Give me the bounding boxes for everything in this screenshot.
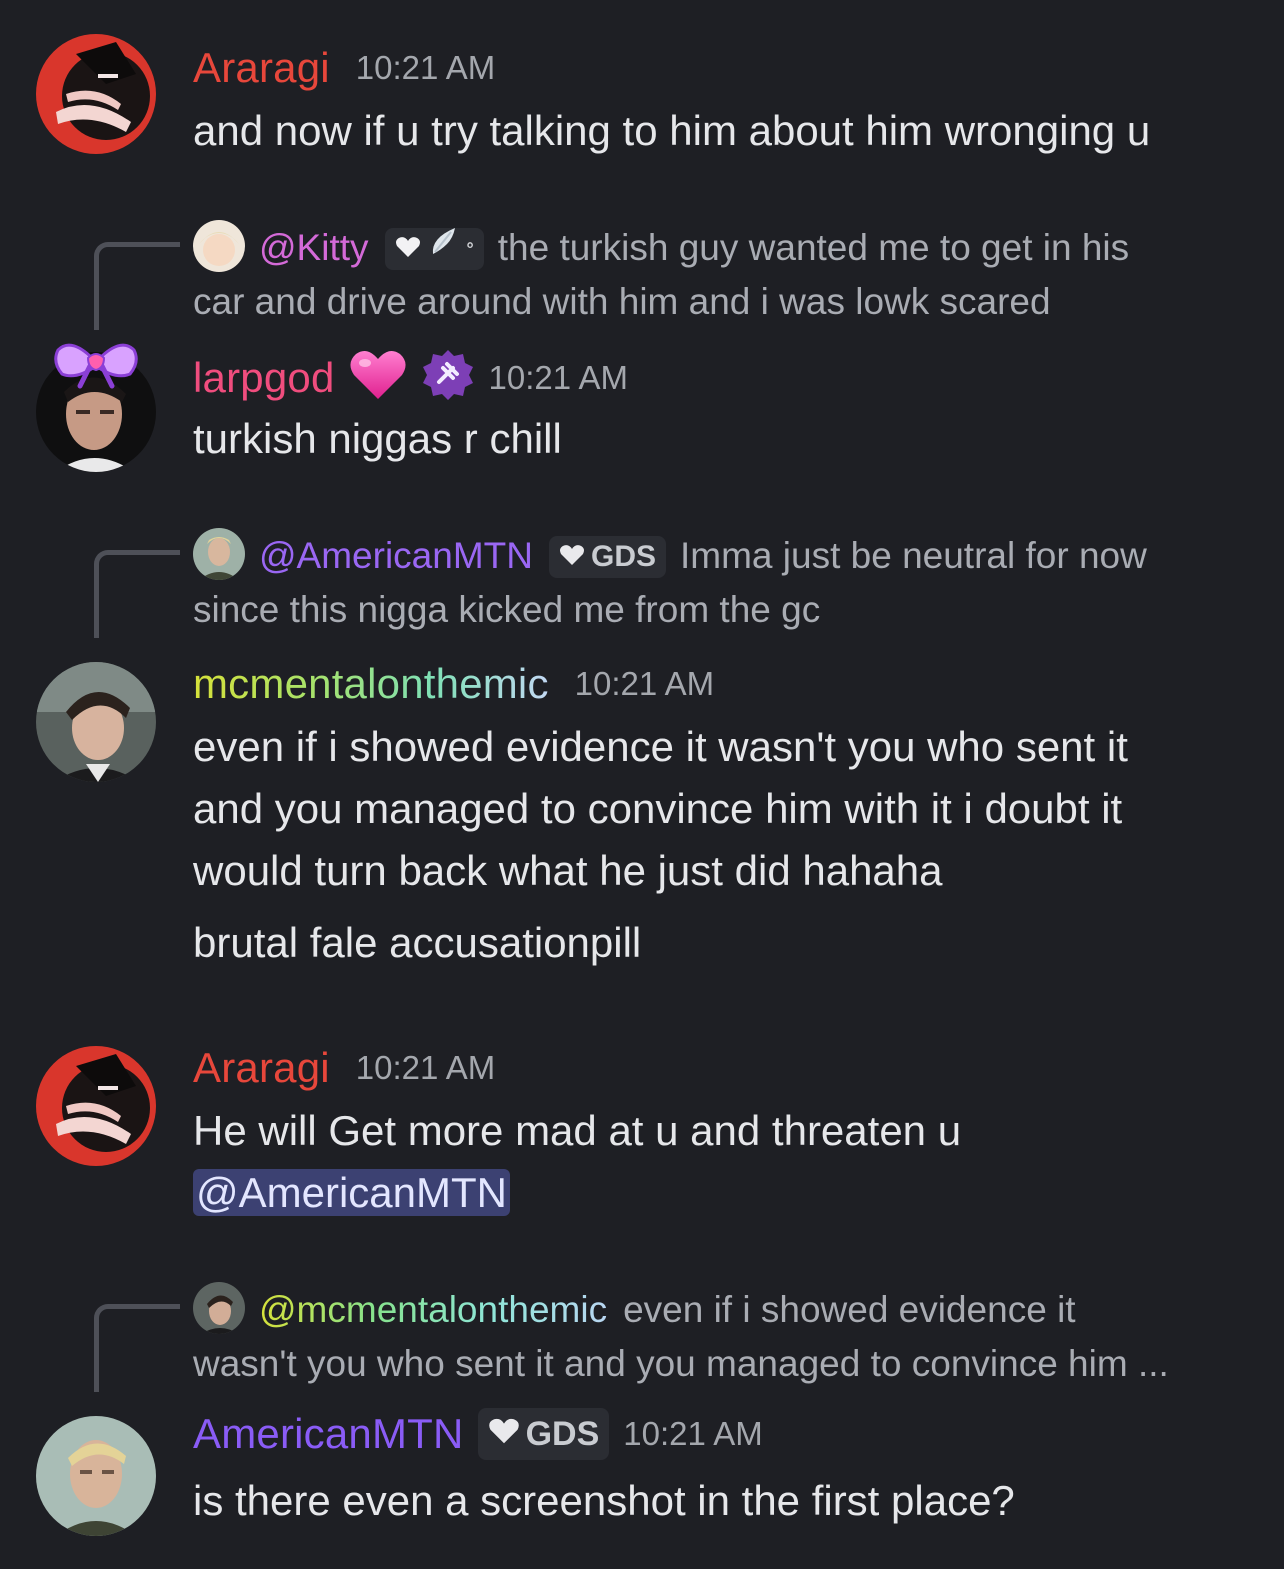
reply-connector (94, 550, 180, 638)
message-text: and now if u try talking to him about hi… (193, 107, 1151, 154)
message-text: even if i showed evidence it wasn't you … (193, 716, 1128, 974)
timestamp: 10:21 AM (623, 1415, 763, 1452)
server-badge-icon[interactable] (421, 348, 475, 407)
message-araragi-2: Araragi 10:21 AM He will Get more mad at… (0, 1030, 1284, 1230)
heart-icon (395, 222, 421, 276)
message-larpgod: larpgod 10:21 AM turkish niggas r chill (0, 330, 1284, 490)
username[interactable]: Araragi (193, 1044, 330, 1092)
message-text: is there even a screenshot in the first … (193, 1477, 1015, 1524)
message-line: He will Get more mad at u and threaten u (193, 1107, 962, 1154)
heart-icon (488, 1415, 520, 1454)
message-line: would turn back what he just did hahaha (193, 847, 943, 894)
heart-icon (559, 530, 585, 584)
tag-label: GDS (590, 540, 656, 573)
avatar[interactable] (36, 1046, 156, 1166)
avatar[interactable] (36, 34, 156, 154)
reply-text-line2: wasn't you who sent it and you managed t… (193, 1343, 1169, 1384)
message-line: and you managed to convince him with it … (193, 785, 1123, 832)
reply-text-line2: car and drive around with him and i was … (193, 281, 1051, 322)
message-line: brutal fale accusationpill (193, 919, 642, 966)
message-header: larpgod 10:21 AM (193, 348, 628, 407)
reply-connector (94, 242, 180, 330)
wing-icon (427, 222, 461, 276)
reply-preview[interactable]: @Kitty ° the turkish guy wanted me to ge… (193, 220, 1254, 329)
timestamp: 10:21 AM (488, 358, 628, 396)
message-line: even if i showed evidence it wasn't you … (193, 723, 1128, 770)
message-mcmentalonthemic: mcmentalonthemic 10:21 AM even if i show… (0, 650, 1284, 980)
message-header: Araragi 10:21 AM (193, 1044, 495, 1092)
reply-preview[interactable]: @AmericanMTN GDS Imma just be neutral fo… (193, 528, 1254, 637)
message-header: mcmentalonthemic 10:21 AM (193, 660, 714, 708)
user-tag: ° (384, 228, 484, 270)
user-tag: GDS (477, 1408, 610, 1460)
user-tag: GDS (548, 536, 666, 578)
message-americanmtn: AmericanMTN GDS 10:21 AM is there even a… (0, 1400, 1284, 1560)
message-text: turkish niggas r chill (193, 415, 562, 462)
reply-avatar (193, 220, 245, 272)
message-header: AmericanMTN GDS 10:21 AM (193, 1408, 763, 1460)
reply-username[interactable]: @mcmentalonthemic (259, 1289, 607, 1330)
message-araragi-1: Araragi 10:21 AM and now if u try talkin… (0, 0, 1284, 180)
bow-decoration-icon (52, 340, 140, 395)
reply-text: the turkish guy wanted me to get in his (497, 227, 1130, 268)
reply-text: Imma just be neutral for now (680, 535, 1147, 576)
timestamp: 10:21 AM (355, 1049, 496, 1086)
message-header: Araragi 10:21 AM (193, 44, 495, 92)
reply-connector (94, 1304, 180, 1392)
reply-avatar (193, 1282, 245, 1334)
timestamp: 10:21 AM (574, 665, 715, 702)
username[interactable]: larpgod (193, 354, 335, 402)
reply-username[interactable]: @Kitty (259, 227, 369, 268)
avatar[interactable] (36, 662, 156, 782)
heart-emoji-icon (349, 349, 407, 406)
message-text: He will Get more mad at u and threaten u… (193, 1100, 961, 1224)
username[interactable]: mcmentalonthemic (193, 660, 549, 708)
username[interactable]: AmericanMTN (193, 1410, 464, 1458)
reply-username[interactable]: @AmericanMTN (259, 535, 533, 576)
reply-avatar (193, 528, 245, 580)
username[interactable]: Araragi (193, 44, 330, 92)
avatar[interactable] (36, 1416, 156, 1536)
timestamp: 10:21 AM (355, 49, 496, 86)
reply-preview[interactable]: @mcmentalonthemic even if i showed eviden… (193, 1282, 1254, 1391)
user-mention[interactable]: @AmericanMTN (193, 1169, 511, 1216)
tag-label: GDS (525, 1414, 600, 1453)
reply-text: even if i showed evidence it (623, 1289, 1076, 1330)
reply-text-line2: since this nigga kicked me from the gc (193, 589, 821, 630)
